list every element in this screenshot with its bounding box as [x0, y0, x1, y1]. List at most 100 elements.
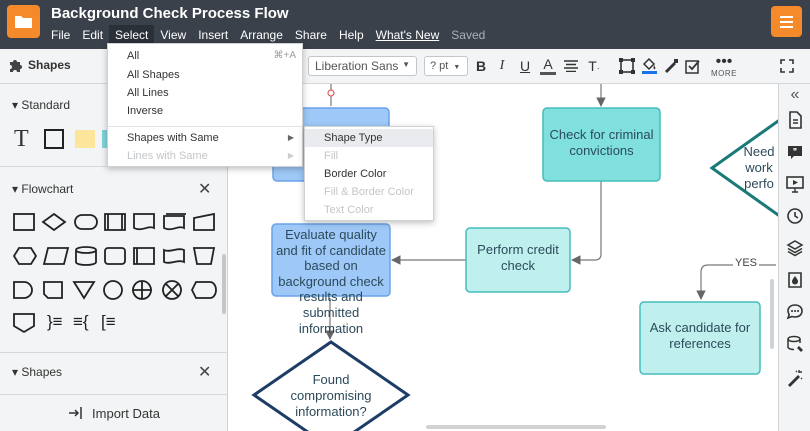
presentation-icon[interactable]	[785, 174, 805, 194]
fill-color-icon[interactable]	[640, 55, 658, 77]
menu-edit[interactable]: Edit	[76, 25, 109, 45]
preparation-shape	[12, 247, 38, 265]
shapes-panel-title: Shapes	[28, 58, 71, 72]
section-flowchart-header[interactable]: ▾ Flowchart	[12, 182, 73, 196]
delay-shape	[13, 281, 33, 299]
style-check-icon[interactable]	[684, 55, 702, 77]
or-shape	[162, 280, 182, 300]
vertical-scrollbar[interactable]	[770, 279, 774, 349]
underline-icon[interactable]: U	[518, 55, 532, 77]
section-shapes-header[interactable]: ▾ Shapes	[12, 365, 62, 379]
select-menu-dropdown: All ⌘+A All Shapes All Lines Inverse Shap…	[107, 43, 303, 167]
font-size-value: ? pt	[430, 60, 449, 72]
page-icon[interactable]	[785, 110, 805, 130]
puzzle-icon	[10, 60, 22, 72]
comment-bubble-icon[interactable]: ❞	[785, 142, 805, 162]
import-data-label: Import Data	[92, 405, 160, 421]
svg-text:❞: ❞	[793, 147, 797, 156]
select-inverse-item[interactable]: Inverse	[108, 102, 302, 120]
history-clock-icon[interactable]	[785, 206, 805, 226]
section-standard-label: Standard	[21, 98, 71, 112]
stored-data-shape	[133, 247, 155, 265]
fill-drop-icon[interactable]	[785, 270, 805, 290]
font-family-value: Liberation Sans	[315, 59, 399, 73]
fullscreen-icon[interactable]	[778, 55, 796, 77]
data-link-icon[interactable]	[785, 334, 805, 354]
import-data-button[interactable]: Import Data	[0, 394, 228, 431]
same-shape-type-item[interactable]: Shape Type	[305, 129, 433, 147]
same-text-color-item: Text Color	[324, 204, 374, 216]
font-size-select[interactable]: ? pt ▼	[424, 56, 468, 76]
brace-annotation-left-shape[interactable]: ≡{	[73, 312, 89, 332]
menu-file[interactable]: File	[45, 25, 76, 45]
shapes-with-same-submenu: Shape Type Fill Border Color Fill & Bord…	[304, 126, 434, 221]
folder-icon[interactable]	[7, 5, 40, 38]
chat-icon[interactable]	[785, 302, 805, 322]
brace-annotation-shape[interactable]: }≡	[47, 312, 63, 332]
select-all-shortcut: ⌘+A	[273, 50, 296, 61]
right-panel-rail: « ❞	[778, 84, 810, 431]
off-page-reference-shape	[13, 313, 35, 334]
node-evaluate-label: Evaluate quality and fit of candidate ba…	[276, 227, 386, 336]
line-color-icon[interactable]	[662, 55, 680, 77]
connector-shape	[103, 280, 123, 300]
align-icon[interactable]	[563, 55, 579, 77]
connector-yes-to-references	[696, 264, 776, 300]
magic-wand-icon[interactable]	[785, 368, 805, 388]
process-shape	[13, 213, 35, 231]
merge-shape	[72, 281, 96, 300]
summing-junction-shape	[132, 280, 152, 300]
section-flowchart-label: Flowchart	[21, 182, 74, 196]
punched-tape-shape	[163, 248, 185, 264]
menu-share[interactable]: Share	[289, 25, 333, 45]
menu-bar: File Edit Select View Insert Arrange Sha…	[45, 25, 491, 45]
node-perform-credit-label: Perform credit check	[477, 242, 559, 273]
node-need-work-label: Need work perfo	[743, 144, 775, 191]
standard-note-shape[interactable]	[75, 130, 95, 148]
border-style-icon[interactable]	[618, 55, 636, 77]
section-shapes-label: Shapes	[21, 365, 63, 379]
connector-criminal-to-credit	[571, 181, 602, 265]
select-all-label: All	[127, 50, 140, 62]
menu-help[interactable]: Help	[333, 25, 370, 45]
connection-point	[327, 89, 335, 97]
select-all-shapes-item[interactable]: All Shapes	[108, 66, 302, 84]
close-icon[interactable]: ✕	[198, 362, 211, 382]
select-all-lines-item[interactable]: All Lines	[108, 84, 302, 102]
terminator-shape	[74, 214, 98, 230]
layers-icon[interactable]	[785, 238, 805, 258]
select-all-item[interactable]: All ⌘+A	[108, 47, 302, 65]
shapes-panel-header: Shapes	[8, 58, 71, 72]
sidebar-scrollbar[interactable]	[222, 254, 226, 314]
menu-whats-new[interactable]: What's New	[370, 25, 446, 45]
horizontal-scrollbar[interactable]	[426, 425, 606, 429]
lines-with-same-item: Lines with Same ▶	[108, 147, 302, 165]
document-title[interactable]: Background Check Process Flow	[51, 5, 289, 22]
menu-insert[interactable]: Insert	[192, 25, 234, 45]
hamburger-menu-icon[interactable]	[771, 6, 802, 37]
font-family-select[interactable]: Liberation Sans ▼	[308, 56, 417, 76]
bold-icon[interactable]: B	[474, 55, 488, 77]
more-label[interactable]: MORE	[711, 69, 737, 78]
menu-view[interactable]: View	[154, 25, 192, 45]
bracket-annotation-shape[interactable]: [≡	[101, 312, 116, 332]
off-page-shape	[43, 281, 63, 299]
standard-rectangle-shape[interactable]	[44, 129, 64, 149]
same-border-color-item[interactable]: Border Color	[305, 165, 433, 183]
chevron-right-icon: ▶	[287, 151, 294, 160]
flowchart-shapes-grid	[12, 212, 217, 334]
shapes-with-same-item[interactable]: Shapes with Same ▶	[108, 129, 302, 147]
saved-status: Saved	[451, 28, 486, 42]
text-options-icon[interactable]: T·	[585, 55, 603, 77]
menu-select[interactable]: Select	[109, 25, 155, 45]
same-fill-item: Fill	[324, 150, 339, 162]
collapse-chevrons-icon[interactable]: «	[785, 86, 805, 106]
standard-text-shape[interactable]: T	[14, 126, 29, 153]
display-shape	[190, 281, 217, 299]
predefined-process-shape	[104, 213, 126, 231]
close-icon[interactable]: ✕	[198, 179, 211, 199]
menu-arrange[interactable]: Arrange	[234, 25, 289, 45]
italic-icon[interactable]: I	[496, 55, 508, 77]
text-color-icon[interactable]: A	[540, 55, 556, 75]
section-standard-header[interactable]: ▾ Standard	[12, 98, 70, 112]
